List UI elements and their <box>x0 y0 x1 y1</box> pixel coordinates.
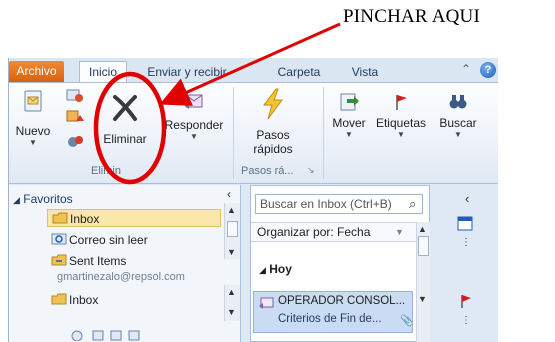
chevron-down-icon: ▼ <box>190 132 198 141</box>
find-button[interactable]: Buscar ▼ <box>435 91 481 140</box>
tab-folder[interactable]: Carpeta <box>271 62 327 82</box>
to-do-bar: ‹ ⋮ ⋮ <box>433 185 498 342</box>
cleanup-button[interactable] <box>65 109 89 128</box>
navigation-pane: ◢ Favoritos ‹ Inbox Correo sin leer Sent… <box>9 185 241 342</box>
search-folder-icon <box>51 233 67 245</box>
junk-icon <box>68 136 83 147</box>
search-input[interactable]: Buscar en Inbox (Ctrl+B) <box>255 194 423 214</box>
tab-send-receive[interactable]: Enviar y recibir <box>133 62 241 82</box>
scroll-thumb[interactable] <box>227 221 238 237</box>
attachment-icon: 📎 <box>400 315 414 327</box>
chevron-down-icon: ▼ <box>397 130 405 139</box>
delete-button[interactable]: Eliminar <box>97 87 153 146</box>
mail-list-scrollbar[interactable]: ▲ ▼ <box>416 222 430 342</box>
favorites-scrollbar[interactable]: ▲ ▼ <box>224 203 240 259</box>
dialog-launcher-icon[interactable]: ↘ <box>307 165 315 176</box>
junk-button[interactable] <box>65 133 89 152</box>
chevron-down-icon: ▼ <box>454 130 462 139</box>
ribbon-separator <box>323 87 324 179</box>
message-item[interactable]: OPERADOR CONSOL... Criterios de Fin de..… <box>253 291 414 333</box>
reply-icon <box>184 94 203 109</box>
tab-file[interactable]: Archivo <box>9 61 64 82</box>
tab-view[interactable]: Vista <box>345 62 385 82</box>
nav-buttons-bar[interactable] <box>67 327 177 342</box>
nav-item-inbox[interactable]: Inbox <box>47 209 221 227</box>
collapse-pane-icon[interactable]: ‹ <box>227 187 231 201</box>
tags-button[interactable]: Etiquetas ▼ <box>373 91 429 140</box>
scroll-up-icon[interactable]: ▲ <box>227 205 236 215</box>
more-icon[interactable]: ⋮ <box>461 237 471 248</box>
new-mail-icon <box>24 90 42 112</box>
move-icon <box>340 93 359 111</box>
nav-item-unread[interactable]: Correo sin leer <box>51 231 148 249</box>
message-subject: Criterios de Fin de... <box>278 313 382 325</box>
ribbon-tab-bar: Archivo Inicio Enviar y recibir Carpeta … <box>9 58 498 82</box>
nav-item-inbox-account[interactable]: Inbox <box>51 291 98 309</box>
ribbon-separator <box>233 87 234 179</box>
chevron-down-icon: ▼ <box>395 227 404 237</box>
group-header-today[interactable]: ◢ Hoy <box>259 262 292 276</box>
collapse-triangle-icon: ◢ <box>13 195 20 205</box>
minimize-ribbon-icon[interactable]: ⌃ <box>461 62 471 76</box>
replied-mail-icon <box>259 297 274 309</box>
sent-folder-icon <box>51 254 67 266</box>
new-button[interactable]: Nuevo ▼ <box>13 89 53 148</box>
binoculars-icon <box>449 95 467 109</box>
quick-steps-button[interactable]: Pasos rápidos <box>237 87 309 156</box>
ribbon: Nuevo ▼ Eliminar Responder ▼ Pasos rápid… <box>9 82 498 184</box>
inbox-folder-icon <box>52 212 68 224</box>
scroll-up-icon[interactable]: ▲ <box>227 287 236 297</box>
ignore-icon <box>66 89 83 102</box>
cleanup-icon <box>66 110 84 122</box>
scroll-down-icon[interactable]: ▼ <box>227 307 236 317</box>
calendar-icon[interactable] <box>457 215 473 231</box>
group-label-quick-steps: Pasos rá... <box>241 165 294 177</box>
favorites-header[interactable]: ◢ Favoritos <box>13 192 73 206</box>
folders-scrollbar[interactable]: ▲ ▼ <box>224 285 240 321</box>
tab-home[interactable]: Inicio <box>79 61 127 82</box>
nav-item-sent[interactable]: Sent Items <box>51 252 126 270</box>
scroll-up-icon[interactable]: ▲ <box>418 224 427 234</box>
search-icon[interactable]: ⌕ <box>409 196 416 212</box>
ignore-button[interactable] <box>65 87 85 106</box>
reply-button[interactable]: Responder ▼ <box>161 91 227 142</box>
group-label-delete: Elimin <box>91 165 121 177</box>
lightning-icon <box>263 88 283 120</box>
outlook-window: Archivo Inicio Enviar y recibir Carpeta … <box>8 58 498 342</box>
collapse-triangle-icon: ◢ <box>259 265 266 275</box>
scroll-thumb[interactable] <box>418 236 429 256</box>
content-area: ◢ Favoritos ‹ Inbox Correo sin leer Sent… <box>9 185 498 342</box>
help-icon[interactable]: ? <box>480 62 496 78</box>
more-icon[interactable]: ⋮ <box>461 315 471 326</box>
scroll-down-icon[interactable]: ▼ <box>227 247 236 257</box>
flag-icon[interactable] <box>459 293 473 309</box>
inbox-folder-icon <box>51 293 67 305</box>
account-header[interactable]: gmartinezalo@repsol.com <box>57 271 227 283</box>
chevron-down-icon: ▼ <box>29 138 37 147</box>
navigation-icons <box>71 330 140 342</box>
move-button[interactable]: Mover ▼ <box>327 91 371 140</box>
expand-todo-icon[interactable]: ‹ <box>465 191 469 206</box>
scroll-down-icon[interactable]: ▼ <box>418 294 427 304</box>
arrange-by-dropdown[interactable]: Organizar por: Fecha ▼ <box>251 222 429 242</box>
message-sender: OPERADOR CONSOL... <box>278 295 406 307</box>
chevron-down-icon: ▼ <box>345 130 353 139</box>
mail-list-pane: Buscar en Inbox (Ctrl+B) ⌕ Organizar por… <box>250 185 430 342</box>
flag-icon <box>396 95 407 110</box>
annotation-text: PINCHAR AQUI <box>343 6 480 27</box>
delete-icon <box>113 95 137 121</box>
